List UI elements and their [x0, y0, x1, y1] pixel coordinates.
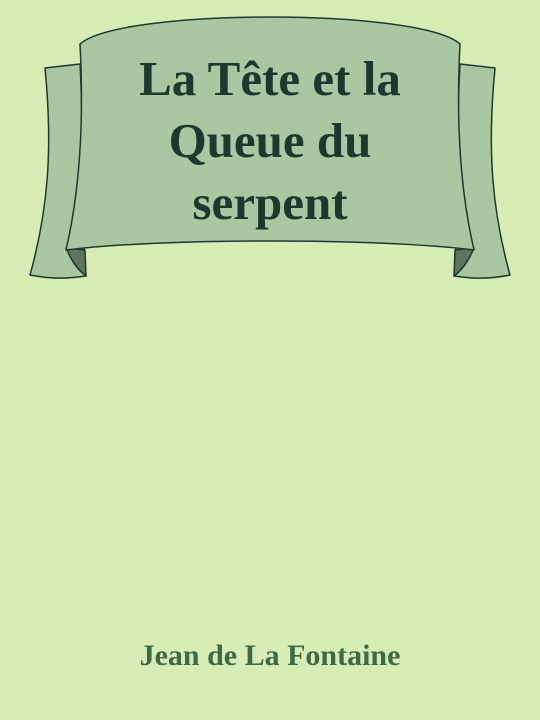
- title-line-2: Queue du: [168, 113, 372, 168]
- title-line-1: La Tête et la: [139, 51, 401, 106]
- book-title: La Tête et la Queue du serpent: [90, 48, 450, 234]
- book-author: Jean de La Fontaine: [139, 639, 401, 672]
- book-cover: La Tête et la Queue du serpent Jean de L…: [0, 0, 540, 720]
- title-line-3: serpent: [192, 175, 348, 230]
